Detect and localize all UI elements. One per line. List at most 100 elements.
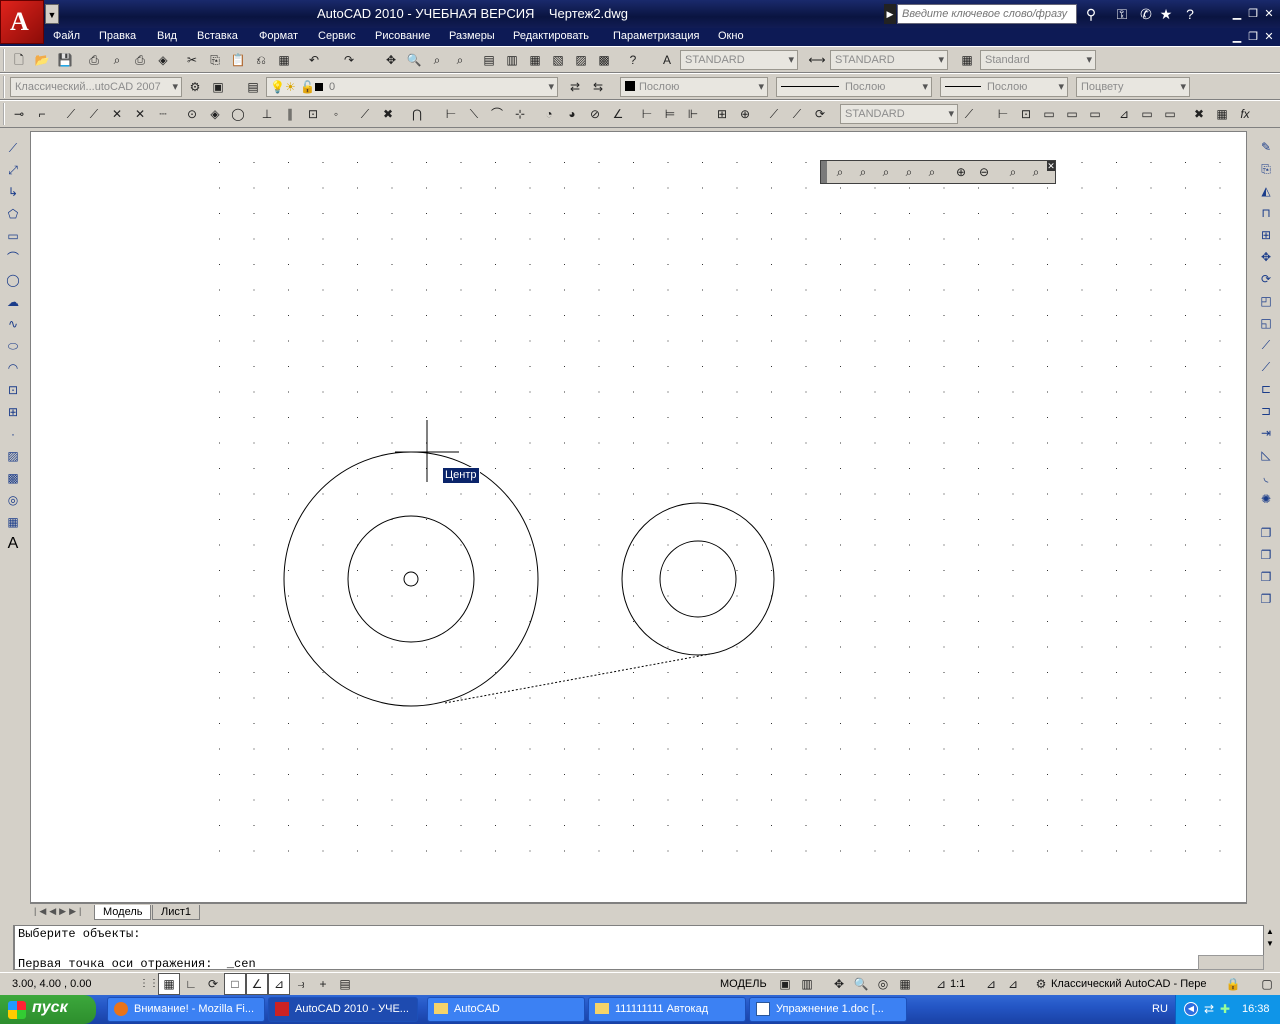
save-icon[interactable]: 💾 — [54, 49, 76, 71]
search-input[interactable] — [897, 4, 1077, 24]
publish-icon[interactable]: ⎙ — [129, 49, 151, 71]
constraint-3-icon[interactable]: ▭ — [1038, 103, 1060, 125]
ellipse-icon[interactable]: ⬭ — [2, 336, 24, 356]
revision-cloud-icon[interactable]: ☁ — [2, 292, 24, 312]
doc-close-button[interactable]: ✕ — [1262, 31, 1276, 43]
new-icon[interactable]: 🗋 — [8, 49, 30, 71]
dim-edit-icon[interactable]: ⟋ — [763, 103, 785, 125]
spline-icon[interactable]: ∿ — [2, 314, 24, 334]
undo-icon[interactable]: ↶ — [303, 49, 325, 71]
rotate-icon[interactable]: ⟳ — [1255, 269, 1277, 289]
workspace-switch-icon[interactable]: ⚙ — [1030, 973, 1052, 995]
annotation-scale-value[interactable]: 1:1 — [950, 978, 965, 990]
constraint-7-icon[interactable]: ▭ — [1136, 103, 1158, 125]
grid-mode-icon[interactable]: ▦ — [158, 973, 180, 995]
hatch-icon[interactable]: ▨ — [2, 446, 24, 466]
zoom-object-icon[interactable]: ⌕ — [921, 161, 943, 183]
layer-properties-icon[interactable]: ▤ — [242, 76, 264, 98]
osnap-settings-icon[interactable]: ⋂ — [406, 103, 428, 125]
region-icon[interactable]: ◎ — [2, 490, 24, 510]
redo-icon[interactable]: ↷ — [338, 49, 360, 71]
menu-draw[interactable]: Рисование — [375, 30, 430, 42]
block-editor-icon[interactable]: ▦ — [273, 49, 295, 71]
plot-preview-icon[interactable]: ⌕ — [106, 49, 128, 71]
object-snap-tracking-icon[interactable]: ∠ — [246, 973, 268, 995]
command-hscrollbar[interactable] — [1198, 955, 1264, 970]
task-folder-111[interactable]: 111111111 Автокад — [588, 997, 746, 1022]
maximize-button[interactable]: ❐ — [1246, 8, 1260, 20]
zoom-window-icon[interactable]: ⌕ — [426, 49, 448, 71]
snap-endpoint-icon[interactable]: ⟋ — [60, 103, 82, 125]
quick-view-layouts-icon[interactable]: ▣ — [774, 973, 796, 995]
dynamic-input-icon[interactable]: ⥽ — [290, 973, 312, 995]
dim-style-icon[interactable]: ⟷ — [806, 49, 828, 71]
command-line[interactable]: Выберите объекты: Первая точка оси отраж… — [14, 925, 1264, 971]
quick-access-dropdown[interactable]: ▼ — [45, 4, 59, 24]
join-icon[interactable]: ⇥ — [1255, 423, 1277, 443]
constraint-2-icon[interactable]: ⊡ — [1015, 103, 1037, 125]
mirror-icon[interactable]: ◭ — [1255, 181, 1277, 201]
draw-order-above-icon[interactable]: ❐ — [1255, 567, 1277, 587]
doc-restore-button[interactable]: ❐ — [1246, 31, 1260, 43]
dim-update-icon[interactable]: ⟳ — [809, 103, 831, 125]
markup-icon[interactable]: ▨ — [570, 49, 592, 71]
design-center-icon[interactable]: ▥ — [501, 49, 523, 71]
large-circle-outer[interactable] — [283, 451, 539, 707]
quick-dim-icon[interactable]: ⊢ — [636, 103, 658, 125]
constraint-4-icon[interactable]: ▭ — [1061, 103, 1083, 125]
menu-file[interactable]: Файл — [53, 30, 80, 42]
menu-dimension[interactable]: Размеры — [449, 30, 495, 42]
plotstyle-combo[interactable]: Поцвету — [1076, 77, 1190, 97]
tolerance-icon[interactable]: ⊞ — [711, 103, 733, 125]
snap-apparent-intersection-icon[interactable]: ✕ — [129, 103, 151, 125]
move-icon[interactable]: ✥ — [1255, 247, 1277, 267]
tab-model[interactable]: Модель — [94, 905, 152, 920]
menu-insert[interactable]: Вставка — [197, 30, 238, 42]
ellipse-arc-icon[interactable]: ◠ — [2, 358, 24, 378]
pan-icon[interactable]: ✥ — [380, 49, 402, 71]
dim-diameter-icon[interactable]: ⊘ — [584, 103, 606, 125]
line-icon[interactable]: ⟋ — [2, 138, 24, 158]
properties-icon[interactable]: ▤ — [478, 49, 500, 71]
color-combo[interactable]: Послою — [620, 77, 768, 97]
menu-modify[interactable]: Редактировать — [513, 30, 589, 42]
snap-parallel-icon[interactable]: ∥ — [279, 103, 301, 125]
multiline-text-icon[interactable]: A — [2, 534, 24, 554]
arc-icon[interactable]: ⌒ — [2, 248, 24, 268]
insert-block-icon[interactable]: ⊡ — [2, 380, 24, 400]
table-style-icon[interactable]: ▦ — [956, 49, 978, 71]
binoculars-icon[interactable]: ⚲ — [1081, 4, 1101, 24]
constraint-8-icon[interactable]: ▭ — [1159, 103, 1181, 125]
trim-icon[interactable]: ⟋ — [1255, 335, 1277, 355]
scroll-up-icon[interactable]: ▲ — [1266, 927, 1274, 936]
dim-style-combo[interactable]: STANDARD — [830, 50, 948, 70]
polygon-icon[interactable]: ⬠ — [2, 204, 24, 224]
polar-tracking-icon[interactable]: ⟳ — [202, 973, 224, 995]
command-line-grip[interactable] — [0, 925, 14, 970]
drawing-canvas[interactable]: Центр — [30, 131, 1247, 903]
antivirus-icon[interactable]: ✚ — [1220, 1002, 1230, 1016]
dim-continue-icon[interactable]: ⊩ — [682, 103, 704, 125]
snap-node-icon[interactable]: ◦ — [325, 103, 347, 125]
copy-icon[interactable]: ⎘ — [204, 49, 226, 71]
draw-order-back-icon[interactable]: ❐ — [1255, 545, 1277, 565]
dim-text-edit-icon[interactable]: ⟋ — [786, 103, 808, 125]
auto-scale-icon[interactable]: ⊿ — [1002, 973, 1024, 995]
toolbar-lock-icon[interactable]: 🔒 — [1222, 973, 1244, 995]
circle-icon[interactable]: ◯ — [2, 270, 24, 290]
model-space-toggle[interactable]: МОДЕЛЬ — [720, 978, 767, 990]
break-icon[interactable]: ⊐ — [1255, 401, 1277, 421]
copy-object-icon[interactable]: ⎘ — [1255, 159, 1277, 179]
snap-intersection-icon[interactable]: ✕ — [106, 103, 128, 125]
constraint-6-icon[interactable]: ⊿ — [1113, 103, 1135, 125]
menu-format[interactable]: Формат — [259, 30, 298, 42]
tray-arrow-icon[interactable]: ◀ — [1184, 1002, 1198, 1016]
text-style-icon[interactable]: A — [656, 49, 678, 71]
zoom-dynamic-icon[interactable]: ⌕ — [852, 161, 874, 183]
gradient-icon[interactable]: ▩ — [2, 468, 24, 488]
clean-screen-icon[interactable]: ▢ — [1256, 973, 1278, 995]
annotation-visibility-icon[interactable]: ⊿ — [980, 973, 1002, 995]
autocad-logo-icon[interactable]: A — [0, 0, 44, 44]
tool-palettes-icon[interactable]: ▦ — [524, 49, 546, 71]
snap-quadrant-icon[interactable]: ◈ — [204, 103, 226, 125]
